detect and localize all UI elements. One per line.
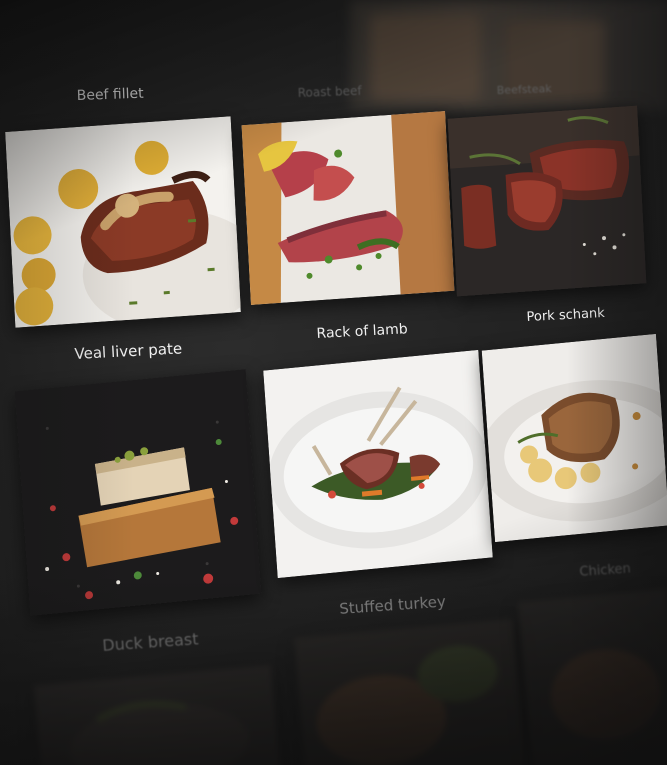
stuffed-turkey-image bbox=[293, 618, 527, 765]
card-chicken[interactable] bbox=[517, 588, 667, 765]
duck-breast-image bbox=[33, 664, 281, 765]
card-beef-fillet[interactable] bbox=[5, 116, 241, 328]
beefsteak-image bbox=[447, 105, 647, 297]
card-roast-beef[interactable] bbox=[241, 111, 455, 305]
menu-screen: Beef fillet Roast beef Beefsteak Veal li… bbox=[0, 0, 667, 765]
label-roast-beef: Roast beef bbox=[297, 83, 362, 100]
label-beef-fillet: Beef fillet bbox=[76, 85, 144, 104]
card-stuffed-turkey[interactable] bbox=[293, 618, 527, 765]
chicken-image bbox=[517, 588, 667, 765]
label-duck-breast: Duck breast bbox=[101, 629, 200, 655]
label-beefsteak: Beefsteak bbox=[496, 82, 552, 97]
label-rack-of-lamb: Rack of lamb bbox=[316, 321, 409, 342]
pork-schank-image bbox=[481, 333, 667, 543]
label-stuffed-turkey: Stuffed turkey bbox=[338, 592, 447, 618]
card-rack-of-lamb[interactable] bbox=[263, 349, 493, 579]
label-veal-liver-pate: Veal liver pate bbox=[74, 339, 183, 363]
card-duck-breast[interactable] bbox=[33, 664, 281, 765]
card-pork-schank[interactable] bbox=[481, 333, 667, 543]
card-beefsteak[interactable] bbox=[447, 105, 647, 297]
roast-beef-image bbox=[241, 111, 455, 305]
card-veal-liver-pate[interactable] bbox=[14, 369, 262, 616]
veal-liver-pate-image bbox=[14, 369, 262, 616]
rack-of-lamb-image bbox=[263, 349, 493, 579]
label-chicken: Chicken bbox=[578, 561, 632, 580]
beef-fillet-image bbox=[5, 116, 241, 328]
label-pork-schank: Pork schank bbox=[526, 305, 606, 325]
